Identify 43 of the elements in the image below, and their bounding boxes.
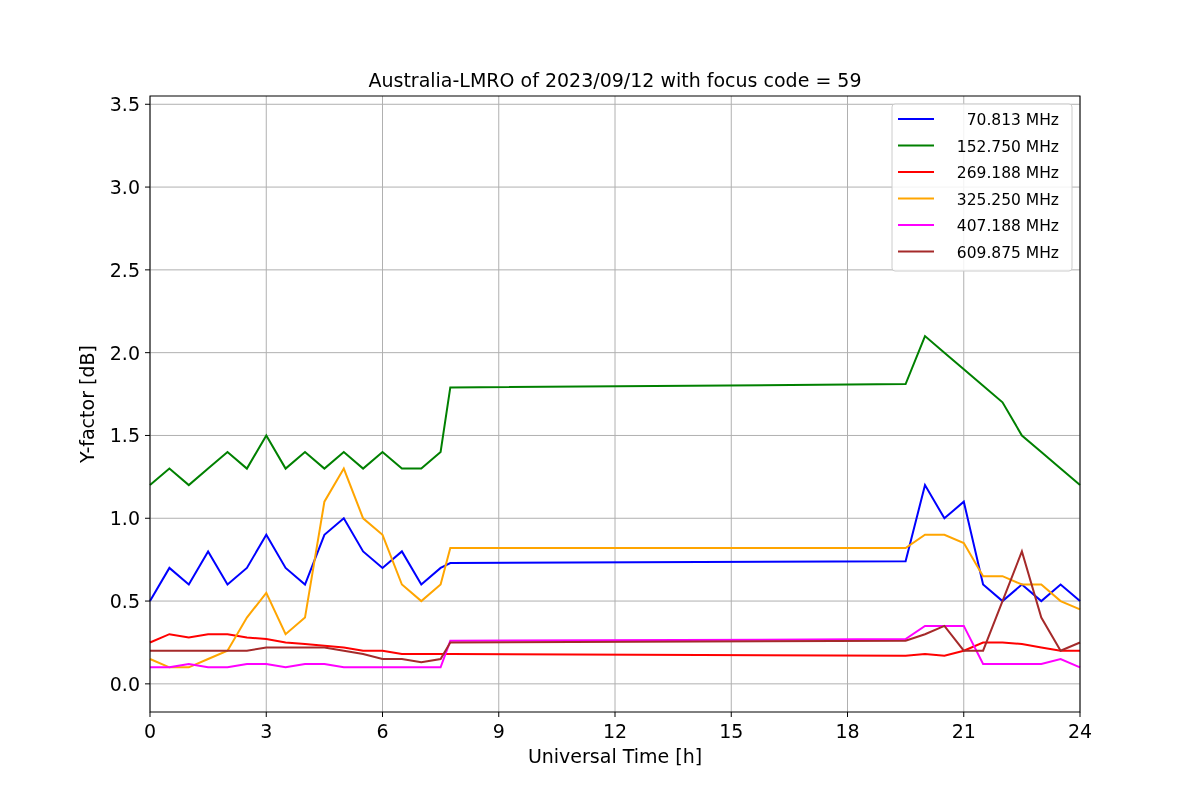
tick-label: 3.5 (109, 93, 140, 116)
legend-label: 152.750 MHz (956, 137, 1059, 156)
chart-title: Australia-LMRO of 2023/09/12 with focus code = 59 (368, 69, 862, 91)
tick-label: 15 (719, 720, 744, 742)
tick-label: 18 (835, 720, 860, 742)
y-axis-label: Y-factor [dB] (76, 345, 98, 463)
tick-mark (847, 711, 848, 718)
tick-label: 6 (376, 720, 389, 742)
tick-label: 9 (492, 720, 505, 742)
tick-mark (144, 683, 151, 685)
tick-mark (144, 352, 151, 354)
tick-label: 2.5 (109, 258, 140, 281)
tick-label: 2.0 (109, 341, 140, 364)
tick-label: 0.5 (109, 590, 140, 613)
tick-mark (144, 103, 151, 105)
tick-mark (963, 711, 965, 718)
tick-mark (144, 600, 151, 602)
tick-label: 1.5 (109, 424, 140, 447)
x-axis-label: Universal Time [h] (527, 745, 703, 767)
tick-mark (265, 711, 267, 718)
tick-mark (144, 434, 151, 436)
tick-mark (149, 711, 151, 718)
tick-mark (1079, 711, 1081, 718)
tick-label: 21 (951, 720, 976, 742)
tick-label: 12 (602, 720, 628, 742)
legend-label: 407.188 MHz (956, 217, 1059, 235)
tick-label: 1.0 (109, 507, 140, 530)
tick-label: 3 (260, 720, 273, 742)
tick-label: 0 (143, 720, 157, 742)
tick-mark (614, 711, 616, 718)
legend-label: 609.875 MHz (956, 243, 1059, 262)
legend-label: 70.813 MHz (966, 111, 1059, 129)
tick-label: 24 (1067, 720, 1093, 742)
tick-mark (144, 517, 151, 519)
tick-mark (144, 269, 151, 271)
tick-mark (382, 711, 383, 718)
tick-mark (730, 711, 732, 718)
tick-label: 3.0 (109, 176, 140, 199)
legend-label: 325.250 MHz (956, 190, 1059, 209)
tick-label: 0.0 (109, 672, 140, 695)
legend-label: 269.188 MHz (956, 164, 1059, 182)
tick-mark (144, 186, 151, 188)
tick-mark (498, 711, 500, 718)
